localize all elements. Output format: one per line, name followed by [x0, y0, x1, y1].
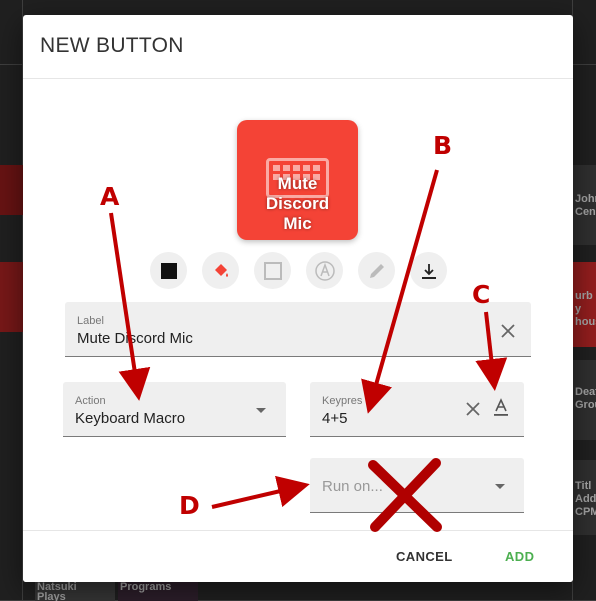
- action-select[interactable]: Action Keyboard Macro: [63, 382, 286, 437]
- keypress-field-value: 4+5: [322, 410, 348, 427]
- button-preview-text: Mute Discord Mic: [265, 174, 330, 233]
- clear-label-icon[interactable]: [499, 322, 517, 340]
- cancel-button[interactable]: CANCEL: [396, 549, 453, 564]
- label-field-label: Label: [77, 315, 104, 327]
- border-button[interactable]: [254, 252, 291, 289]
- dialog-header: NEW BUTTON: [23, 15, 573, 79]
- chevron-down-icon[interactable]: [256, 408, 266, 413]
- text-format-icon[interactable]: [492, 398, 510, 418]
- run-on-placeholder: Run on...: [322, 478, 383, 495]
- action-field-label: Action: [75, 395, 106, 407]
- add-button[interactable]: ADD: [505, 549, 534, 564]
- dialog-title: NEW BUTTON: [40, 34, 184, 57]
- pen-icon: [369, 263, 384, 278]
- dialog-footer: CANCEL ADD: [23, 530, 573, 582]
- text-color-icon: [160, 262, 177, 279]
- keypress-field-label: Keypres: [322, 395, 363, 407]
- action-field-value: Keyboard Macro: [75, 410, 186, 427]
- fill-color-icon: [214, 263, 228, 277]
- label-field-value: Mute Discord Mic: [77, 330, 193, 347]
- chevron-down-icon[interactable]: [495, 484, 505, 489]
- font-button[interactable]: [306, 252, 343, 289]
- new-button-dialog: NEW BUTTON Mute Discord Mic Label Mute D…: [23, 15, 573, 582]
- border-icon: [263, 261, 282, 280]
- clear-keypress-icon[interactable]: [464, 400, 482, 418]
- align-bottom-icon: [421, 263, 436, 279]
- fill-color-button[interactable]: [202, 252, 239, 289]
- label-field[interactable]: Label Mute Discord Mic: [65, 302, 531, 357]
- button-preview[interactable]: Mute Discord Mic: [237, 120, 358, 240]
- pen-button[interactable]: [358, 252, 395, 289]
- run-on-select[interactable]: Run on...: [310, 458, 524, 513]
- text-color-button[interactable]: [150, 252, 187, 289]
- keypress-field[interactable]: Keypres 4+5: [310, 382, 524, 437]
- align-bottom-button[interactable]: [410, 252, 447, 289]
- font-icon: [314, 260, 335, 281]
